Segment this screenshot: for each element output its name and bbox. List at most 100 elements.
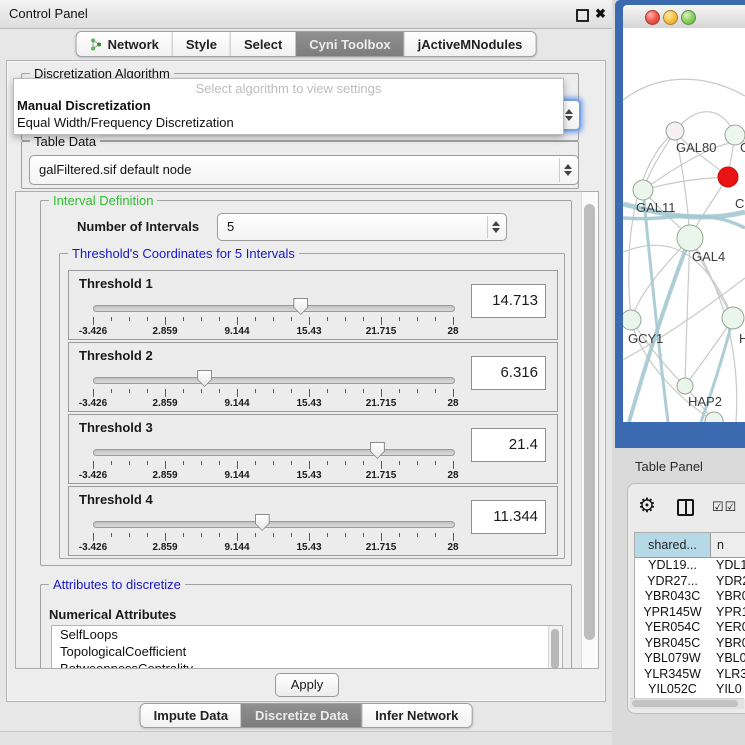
table-row[interactable]: YER054CYER0 — [635, 620, 745, 636]
close-traffic-light-icon[interactable] — [645, 10, 660, 25]
cell-name: YER0 — [710, 620, 745, 636]
network-node-hap2[interactable] — [677, 378, 693, 394]
tick-mark — [399, 533, 400, 537]
network-node-gal4[interactable] — [677, 225, 703, 251]
attribute-item-selfloops[interactable]: SelfLoops — [52, 626, 562, 643]
threshold-panel-4: Threshold 4-3.4262.8599.14415.4321.71528… — [68, 486, 558, 556]
float-window-icon[interactable] — [576, 9, 589, 22]
table-panel: ⚙ ☑☑ shared...n YDL19...YDL1YDR27...YDR2… — [627, 483, 745, 714]
slider-track[interactable] — [93, 449, 455, 456]
column-header-n[interactable]: n — [711, 533, 745, 557]
tick-label: -3.426 — [79, 542, 107, 553]
tick-mark — [219, 317, 220, 321]
network-node-h[interactable] — [722, 307, 744, 329]
popup-option-equal-width-frequency[interactable]: Equal Width/Frequency Discretization — [14, 114, 563, 131]
table-row[interactable]: YPR145WYPR1 — [635, 605, 745, 621]
threshold-value-field[interactable]: 14.713 — [471, 284, 546, 318]
popup-option-manual-discretization[interactable]: Manual Discretization — [14, 97, 563, 114]
table-row[interactable]: YLR345WYLR3 — [635, 667, 745, 683]
table-hscrollbar-thumb[interactable] — [632, 700, 738, 707]
checkbox-toggle-icons[interactable]: ☑☑ — [712, 499, 737, 515]
table-row[interactable]: YBL079WYBL0 — [635, 651, 745, 667]
network-window: GAL80GACGAL11GAL4GCY1HHAP2 — [615, 0, 745, 448]
table-row[interactable]: YDR27...YDR2 — [635, 574, 745, 590]
network-node-gal80[interactable] — [666, 122, 684, 140]
tick-label: 9.144 — [224, 542, 249, 553]
slider-track[interactable] — [93, 305, 455, 312]
table-row[interactable]: YBR043CYBR0 — [635, 589, 745, 605]
split-columns-icon[interactable] — [677, 499, 694, 516]
table-data-group-label: Table Data — [30, 134, 100, 149]
tick-label: 21.715 — [366, 398, 397, 409]
slider-thumb[interactable] — [197, 370, 212, 387]
cell-shared-name: YIL052C — [635, 682, 710, 698]
tab-label: Infer Network — [375, 708, 458, 723]
network-node-c[interactable] — [718, 167, 738, 187]
thresholds-group-label: Threshold's Coordinates for 5 Intervals — [68, 246, 299, 261]
table-row[interactable]: YIL052CYIL0 — [635, 682, 745, 698]
slider-track[interactable] — [93, 377, 455, 384]
tick-mark — [453, 461, 454, 469]
tick-mark — [147, 389, 148, 393]
tab-label: Cyni Toolbox — [309, 37, 390, 52]
attributes-scrollbar[interactable] — [548, 626, 562, 669]
slider-thumb[interactable] — [370, 442, 385, 459]
cell-name: YBR0 — [710, 636, 745, 652]
tab-style[interactable]: Style — [172, 32, 230, 56]
node-label: C — [735, 196, 744, 211]
tick-label: 2.859 — [152, 470, 177, 481]
slider-thumb[interactable] — [293, 298, 308, 315]
tick-mark — [237, 461, 238, 469]
attributes-scrollbar-thumb[interactable] — [551, 629, 559, 669]
table-data-combobox[interactable]: galFiltered.sif default node — [29, 155, 579, 185]
tab-label: Network — [108, 37, 159, 52]
cell-shared-name: YBR043C — [635, 589, 710, 605]
tab-cyni-toolbox[interactable]: Cyni Toolbox — [295, 32, 403, 56]
numerical-attributes-list[interactable]: SelfLoopsTopologicalCoefficientBetweenne… — [51, 625, 563, 669]
tick-label: -3.426 — [79, 470, 107, 481]
tab-label: Discretize Data — [255, 708, 348, 723]
attribute-item-betweennesscentrality[interactable]: BetweennessCentrality — [52, 660, 562, 669]
tick-mark — [345, 389, 346, 393]
threshold-panel-2: Threshold 2-3.4262.8599.14415.4321.71528… — [68, 342, 558, 412]
network-node-gal11[interactable] — [633, 180, 653, 200]
threshold-value-field[interactable]: 6.316 — [471, 356, 546, 390]
gear-icon[interactable]: ⚙ — [638, 496, 656, 516]
tick-mark — [417, 317, 418, 321]
table-row[interactable]: YBR045CYBR0 — [635, 636, 745, 652]
tab-impute-data[interactable]: Impute Data — [141, 704, 241, 727]
tick-label: 28 — [447, 542, 458, 553]
network-node-gcy1[interactable] — [623, 310, 641, 330]
settings-scrollbar[interactable] — [581, 192, 598, 668]
zoom-traffic-light-icon[interactable] — [681, 10, 696, 25]
close-icon[interactable]: ✖ — [595, 5, 606, 23]
tab-select[interactable]: Select — [230, 32, 295, 56]
slider-thumb[interactable] — [255, 514, 270, 531]
number-of-intervals-value: 5 — [227, 214, 482, 240]
tick-mark — [417, 389, 418, 393]
tab-network[interactable]: Network — [77, 32, 172, 56]
column-header-shared-[interactable]: shared... — [635, 533, 711, 557]
node-table[interactable]: shared...n YDL19...YDL1YDR27...YDR2YBR04… — [634, 532, 745, 699]
tab-jactivemnodules[interactable]: jActiveMNodules — [404, 32, 536, 56]
table-hscrollbar[interactable] — [630, 698, 744, 709]
tab-infer-network[interactable]: Infer Network — [361, 704, 471, 727]
threshold-value-field[interactable]: 11.344 — [471, 500, 546, 534]
tick-mark — [291, 533, 292, 537]
apply-button[interactable]: Apply — [275, 673, 339, 697]
minimize-traffic-light-icon[interactable] — [663, 10, 678, 25]
tick-mark — [399, 461, 400, 465]
number-of-intervals-combobox[interactable]: 5 — [217, 213, 507, 241]
slider-track[interactable] — [93, 521, 455, 528]
attribute-item-topologicalcoefficient[interactable]: TopologicalCoefficient — [52, 643, 562, 660]
settings-scrollbar-thumb[interactable] — [584, 204, 595, 640]
threshold-value-field[interactable]: 21.4 — [471, 428, 546, 462]
network-canvas[interactable]: GAL80GACGAL11GAL4GCY1HHAP2 — [623, 28, 745, 422]
tick-label: 2.859 — [152, 542, 177, 553]
tab-discretize-data[interactable]: Discretize Data — [241, 704, 361, 727]
threshold-panel-3: Threshold 3-3.4262.8599.14415.4321.71528… — [68, 414, 558, 484]
table-row[interactable]: YDL19...YDL1 — [635, 558, 745, 574]
tick-mark — [147, 317, 148, 321]
tick-mark — [327, 317, 328, 321]
tick-mark — [309, 461, 310, 469]
